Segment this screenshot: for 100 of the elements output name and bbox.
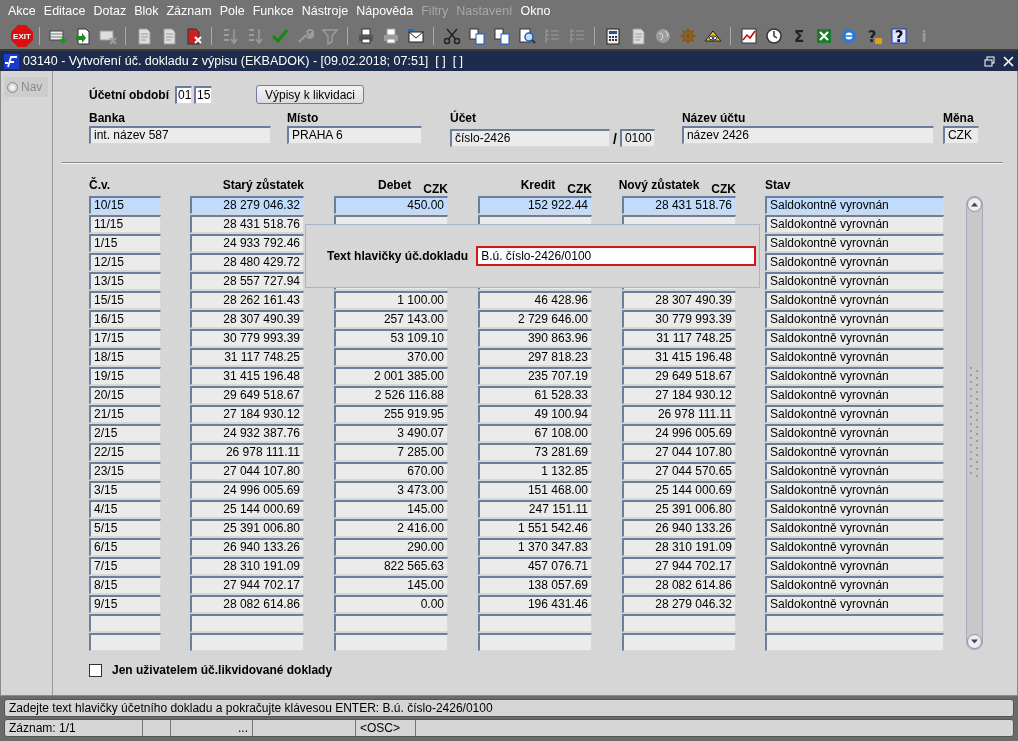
table-cell[interactable]: 3 473.00 (334, 481, 448, 499)
table-cell[interactable]: 24 933 792.46 (190, 234, 304, 252)
table-cell[interactable]: Saldokontně vyrovnán (765, 538, 944, 556)
table-cell[interactable] (190, 633, 304, 651)
table-cell[interactable]: 822 565.63 (334, 557, 448, 575)
table-cell[interactable]: 2 001 385.00 (334, 367, 448, 385)
table-cell[interactable]: Saldokontně vyrovnán (765, 576, 944, 594)
table-cell[interactable]: 257 143.00 (334, 310, 448, 328)
menu-item[interactable]: Blok (130, 1, 163, 21)
table-cell[interactable]: 290.00 (334, 538, 448, 556)
browser-icon[interactable] (839, 26, 858, 45)
table-cell[interactable]: 1 370 347.83 (478, 538, 592, 556)
table-cell[interactable]: 61 528.33 (478, 386, 592, 404)
table-cell[interactable]: 22/15 (89, 443, 161, 461)
table-cell[interactable]: 25 144 000.69 (190, 500, 304, 518)
checkmark-icon[interactable] (270, 26, 289, 45)
table-cell[interactable]: 15/15 (89, 291, 161, 309)
table-cell[interactable]: 145.00 (334, 500, 448, 518)
table-cell[interactable]: 27 184 930.12 (190, 405, 304, 423)
radio-button[interactable] (7, 81, 18, 93)
table-cell[interactable]: Saldokontně vyrovnán (765, 386, 944, 404)
statements-button[interactable]: Výpisy k likvidaci (256, 85, 365, 104)
header-text-field[interactable]: B.ú. číslo-2426/0100 (476, 246, 757, 266)
table-cell[interactable] (334, 633, 448, 651)
table-cell[interactable]: 2 526 116.88 (334, 386, 448, 404)
menu-item[interactable]: Editace (39, 1, 90, 21)
table-cell[interactable]: Saldokontně vyrovnán (765, 329, 944, 347)
table-cell[interactable]: 1 551 542.46 (478, 519, 592, 537)
table-cell[interactable]: Saldokontně vyrovnán (765, 234, 944, 252)
table-cell[interactable] (190, 614, 304, 632)
menu-item[interactable]: Záznam (162, 1, 216, 21)
document-copy-icon[interactable] (467, 26, 486, 45)
menu-item[interactable]: Dotaz (89, 1, 131, 21)
table-cell[interactable]: 28 082 614.86 (622, 576, 736, 594)
table-cell[interactable]: 18/15 (89, 348, 161, 366)
document-delete-icon[interactable] (184, 26, 203, 45)
table-cell[interactable]: 10/15 (89, 196, 161, 214)
table-cell[interactable]: 28 082 614.86 (190, 595, 304, 613)
table-cell[interactable]: 145.00 (334, 576, 448, 594)
table-cell[interactable] (478, 633, 592, 651)
help-icon[interactable]: ? (889, 26, 908, 45)
table-cell[interactable]: 457 076.71 (478, 557, 592, 575)
text-field[interactable]: PRAHA 6 (287, 126, 422, 144)
table-cell[interactable]: 25 144 000.69 (622, 481, 736, 499)
table-cell[interactable]: 28 480 429.72 (190, 253, 304, 271)
table-cell[interactable]: Saldokontně vyrovnán (765, 291, 944, 309)
table-cell[interactable]: Saldokontně vyrovnán (765, 443, 944, 461)
table-cell[interactable]: 16/15 (89, 310, 161, 328)
table-cell[interactable]: 8/15 (89, 576, 161, 594)
table-cell[interactable]: 2 416.00 (334, 519, 448, 537)
table-cell[interactable]: 247 151.11 (478, 500, 592, 518)
table-cell[interactable]: 23/15 (89, 462, 161, 480)
table-cell[interactable]: 255 919.95 (334, 405, 448, 423)
table-cell[interactable]: Saldokontně vyrovnán (765, 348, 944, 366)
table-cell[interactable]: Saldokontně vyrovnán (765, 500, 944, 518)
table-cell[interactable]: 7/15 (89, 557, 161, 575)
table-cell[interactable] (765, 614, 944, 632)
table-cell[interactable]: 53 109.10 (334, 329, 448, 347)
table-cell[interactable]: 370.00 (334, 348, 448, 366)
checkbox[interactable] (89, 663, 102, 677)
menu-item[interactable]: Nápověda (352, 1, 418, 21)
document-paste-icon[interactable] (492, 26, 511, 45)
table-cell[interactable]: 3/15 (89, 481, 161, 499)
table-cell[interactable]: 27 944 702.17 (622, 557, 736, 575)
bank-code-field[interactable]: 0100 (619, 129, 655, 147)
table-cell[interactable]: 6/15 (89, 538, 161, 556)
menu-item[interactable]: Funkce (248, 1, 298, 21)
scroll-down-button[interactable] (967, 634, 982, 649)
table-cell[interactable]: Saldokontně vyrovnán (765, 253, 944, 271)
table-cell[interactable]: 235 707.19 (478, 367, 592, 385)
table-cell[interactable]: 297 818.23 (478, 348, 592, 366)
table-cell[interactable]: 1 100.00 (334, 291, 448, 309)
text-field[interactable]: číslo-2426 (450, 129, 610, 147)
table-cell[interactable]: Saldokontně vyrovnán (765, 424, 944, 442)
table-cell[interactable] (334, 614, 448, 632)
table-cell[interactable]: 24 932 387.76 (190, 424, 304, 442)
table-cell[interactable]: 21/15 (89, 405, 161, 423)
table-cell[interactable]: 4/15 (89, 500, 161, 518)
spreadsheet-icon[interactable] (814, 26, 833, 45)
table-cell[interactable]: 27 044 107.80 (622, 443, 736, 461)
table-cell[interactable]: 28 431 518.76 (190, 215, 304, 233)
table-cell[interactable]: 28 307 490.39 (622, 291, 736, 309)
table-cell[interactable]: 30 779 993.39 (622, 310, 736, 328)
table-cell[interactable]: 24 996 005.69 (622, 424, 736, 442)
table-cell[interactable]: 19/15 (89, 367, 161, 385)
table-cell[interactable]: Saldokontně vyrovnán (765, 557, 944, 575)
table-cell[interactable] (89, 614, 161, 632)
restore-icon[interactable] (984, 55, 995, 67)
chart-icon[interactable] (739, 26, 758, 45)
table-cell[interactable]: 31 117 748.25 (190, 348, 304, 366)
table-cell[interactable]: 28 310 191.09 (190, 557, 304, 575)
table-cell[interactable]: 1/15 (89, 234, 161, 252)
table-cell[interactable]: 25 391 006.80 (190, 519, 304, 537)
table-cell[interactable]: 670.00 (334, 462, 448, 480)
menu-item[interactable]: Pole (215, 1, 249, 21)
table-cell[interactable]: 450.00 (334, 196, 448, 214)
table-cell[interactable]: 24 996 005.69 (190, 481, 304, 499)
text-field[interactable]: CZK (942, 126, 979, 144)
envelope-icon[interactable] (406, 26, 425, 45)
document-plus-icon[interactable] (73, 26, 92, 45)
